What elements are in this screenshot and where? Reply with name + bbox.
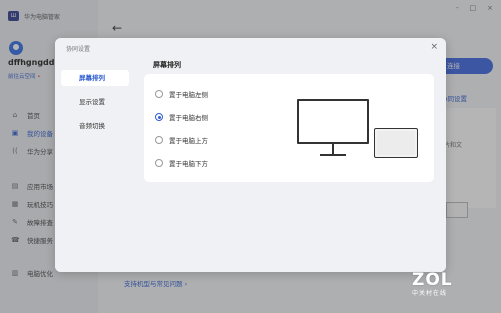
- dialog-sidebar: 协同设置 屏幕排列 显示设置 音频切换: [55, 38, 134, 272]
- option-right[interactable]: 置于电脑右侧: [155, 112, 208, 122]
- option-left[interactable]: 置于电脑左侧: [155, 89, 208, 99]
- zol-watermark: ZOL 中关村在线: [412, 270, 474, 297]
- close-icon[interactable]: ×: [430, 42, 438, 52]
- dialog-content: 屏幕排列 置于电脑左侧 置于电脑右侧 置于电脑上方 置于电脑下方: [134, 38, 446, 272]
- option-label: 置于电脑左侧: [169, 91, 208, 99]
- tablet-screen: [377, 131, 415, 155]
- tab-audio-switch[interactable]: 音频切换: [61, 118, 129, 134]
- radio-button[interactable]: [155, 136, 163, 144]
- radio-button-checked[interactable]: [155, 113, 163, 121]
- tab-screen-arrangement[interactable]: 屏幕排列: [61, 70, 129, 86]
- watermark-logo: ZOL: [412, 270, 453, 290]
- arrangement-card: 置于电脑左侧 置于电脑右侧 置于电脑上方 置于电脑下方: [144, 74, 434, 182]
- section-title: 屏幕排列: [153, 61, 181, 69]
- monitor-base: [320, 154, 346, 156]
- radio-button[interactable]: [155, 159, 163, 167]
- watermark-subtitle: 中关村在线: [412, 290, 448, 297]
- option-bottom[interactable]: 置于电脑下方: [155, 158, 208, 168]
- option-top[interactable]: 置于电脑上方: [155, 135, 208, 145]
- option-label: 置于电脑右侧: [169, 114, 208, 122]
- monitor-icon: [297, 99, 369, 144]
- monitor-stand: [332, 144, 334, 154]
- option-label: 置于电脑上方: [169, 137, 208, 145]
- collab-settings-dialog: 协同设置 屏幕排列 显示设置 音频切换 屏幕排列 置于电脑左侧 置于电脑右侧 置…: [55, 38, 446, 272]
- dialog-title: 协同设置: [66, 46, 91, 53]
- tab-display-settings[interactable]: 显示设置: [61, 94, 129, 110]
- radio-button[interactable]: [155, 90, 163, 98]
- option-label: 置于电脑下方: [169, 160, 208, 168]
